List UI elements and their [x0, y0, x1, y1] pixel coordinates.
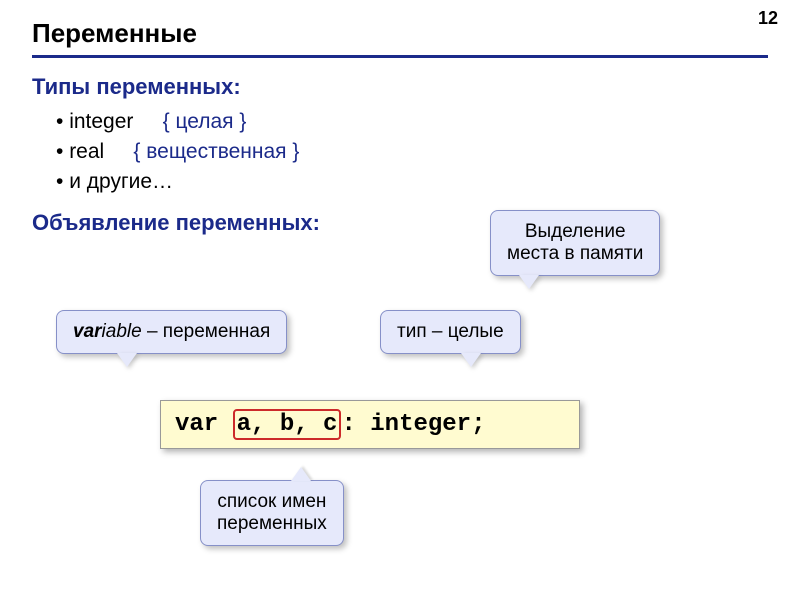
page-title: Переменные	[32, 18, 768, 58]
callout-variable: variable – переменная	[56, 310, 287, 354]
type-real: real	[69, 140, 104, 163]
callout-variable-rest: – переменная	[142, 321, 271, 342]
page-number: 12	[758, 8, 778, 29]
callout-variable-suffix: iable	[102, 321, 142, 342]
callout-memory-line2: места в памяти	[507, 243, 643, 265]
callout-name-list: список имен переменных	[200, 480, 344, 546]
callout-memory-line1: Выделение	[507, 221, 643, 243]
type-integer: integer	[69, 110, 133, 133]
type-others: и другие…	[69, 170, 173, 193]
types-bullets: • integer { целая } • real { вещественна…	[56, 110, 768, 194]
code-names: a, b, c	[237, 411, 338, 438]
code-declaration: var a, b, c: integer;	[160, 400, 580, 449]
callout-name-list-line2: переменных	[217, 513, 327, 535]
callout-name-list-line1: список имен	[217, 491, 327, 513]
type-real-comment: { вещественная }	[133, 140, 299, 163]
code-names-box: a, b, c	[233, 409, 342, 440]
callout-type: тип – целые	[380, 310, 521, 354]
callout-type-label: тип – целые	[397, 321, 504, 342]
type-integer-comment: { целая }	[163, 110, 247, 133]
callout-variable-prefix: var	[73, 321, 102, 342]
callout-memory: Выделение места в памяти	[490, 210, 660, 276]
types-heading: Типы переменных:	[32, 74, 768, 100]
code-suffix: : integer;	[341, 411, 485, 438]
code-keyword: var	[175, 411, 218, 438]
